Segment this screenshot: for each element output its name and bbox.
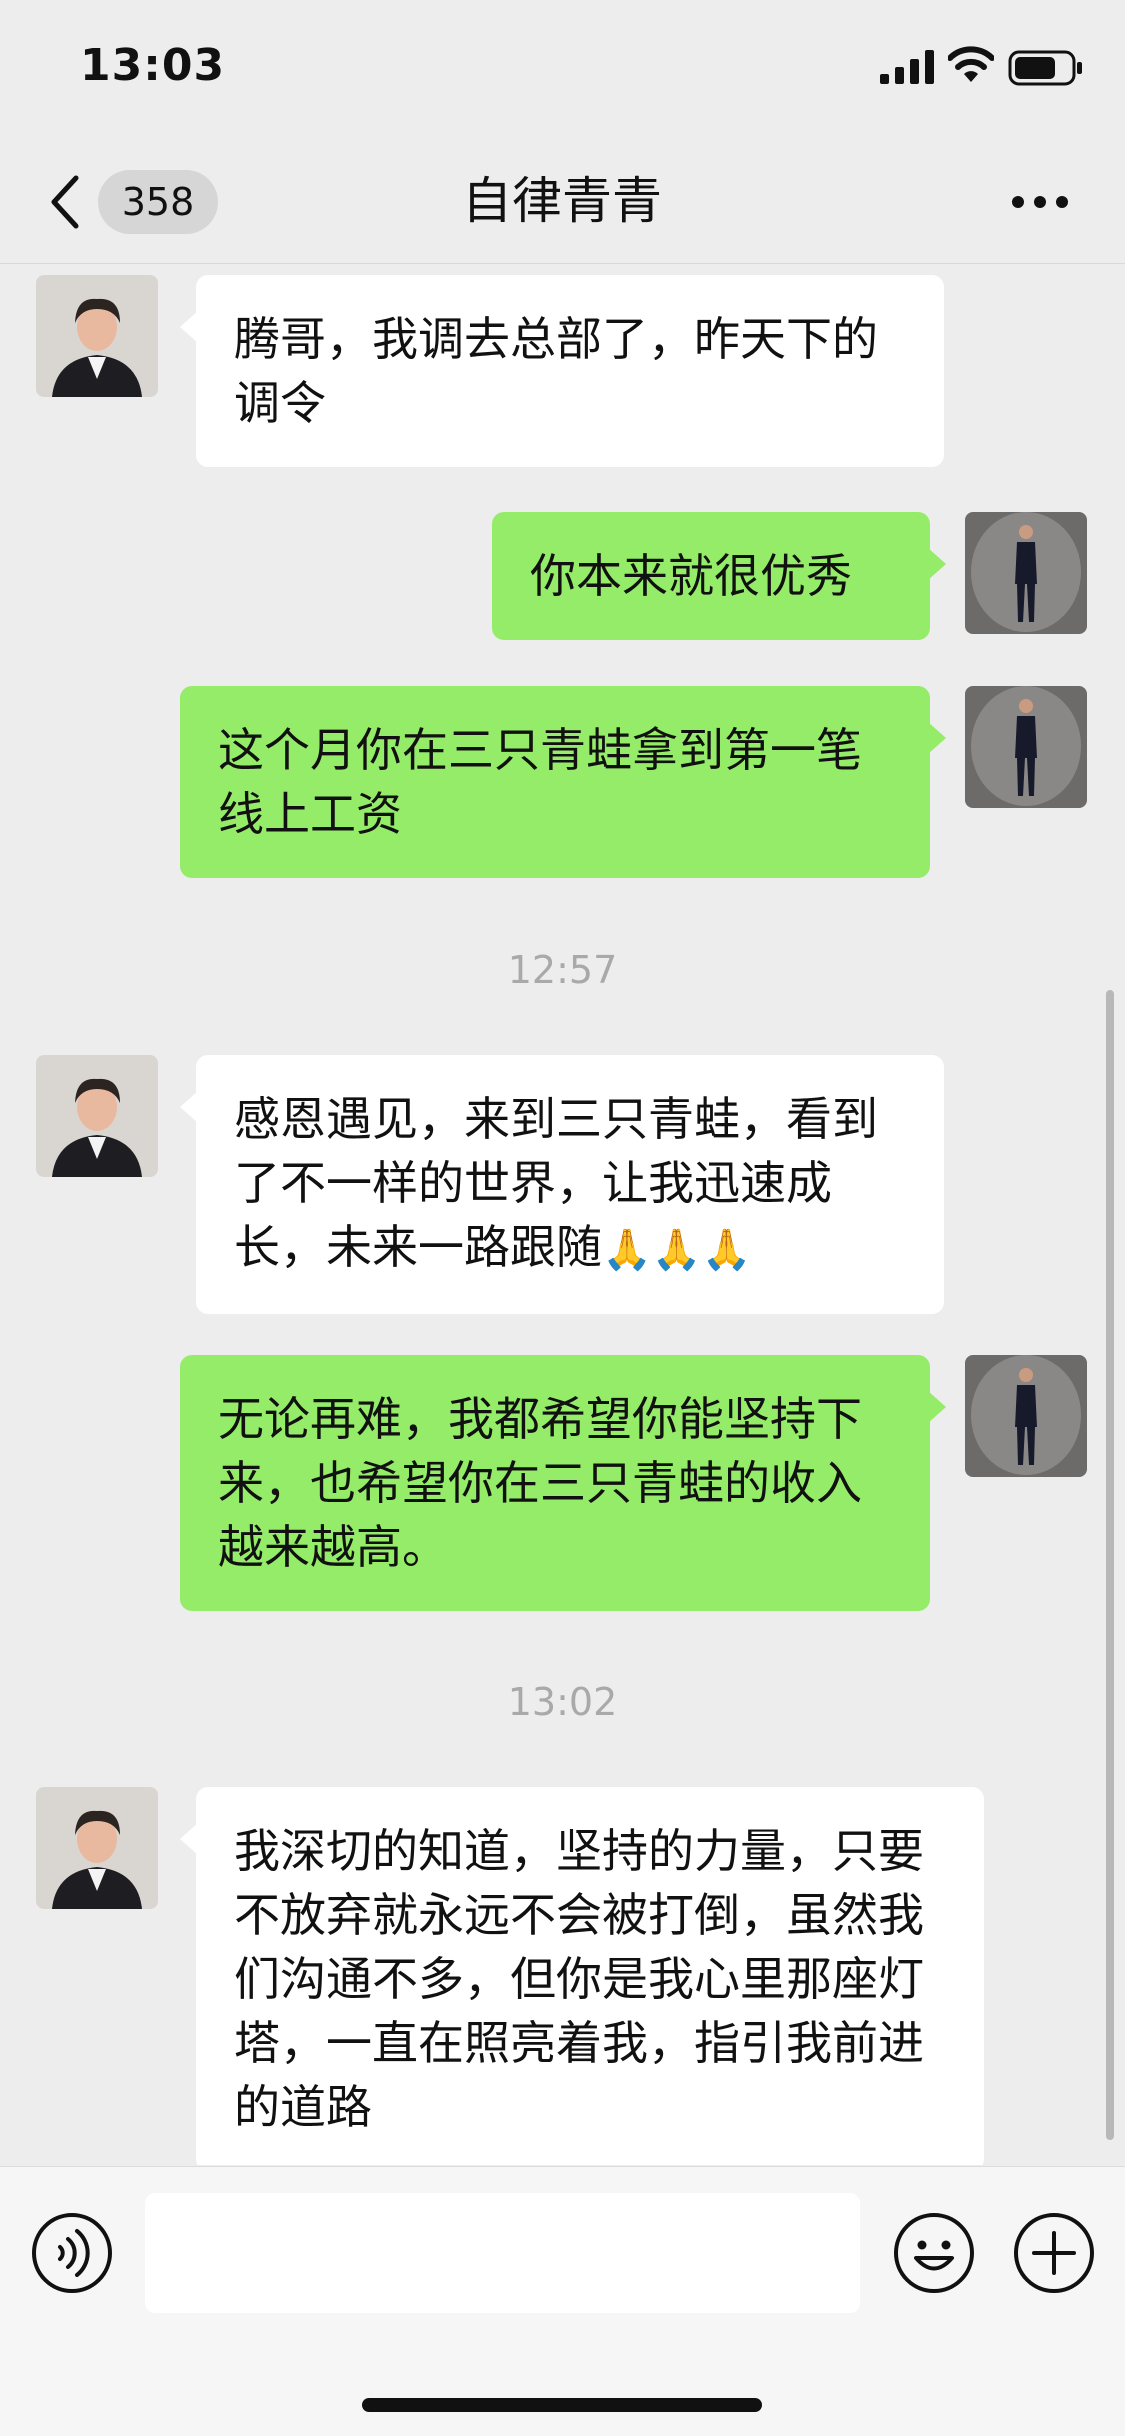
status-bar: 13:03: [0, 0, 1125, 140]
time-divider: 12:57: [507, 948, 618, 992]
contact-avatar[interactable]: [36, 1055, 158, 1177]
message-bubble-sent[interactable]: 无论再难，我都希望你能坚持下来，也希望你在三只青蛙的收入越来越高。: [180, 1355, 946, 1611]
contact-avatar[interactable]: [36, 1787, 158, 1909]
home-indicator[interactable]: [362, 2398, 762, 2412]
message-bubble-sent[interactable]: 你本来就很优秀: [492, 512, 946, 640]
message-text: 腾哥，我调去总部了，昨天下的调令: [234, 312, 878, 430]
chevron-left-icon[interactable]: [44, 170, 84, 234]
message-text: 你本来就很优秀: [530, 549, 852, 603]
status-time: 13:03: [80, 40, 226, 91]
message-bubble-received[interactable]: 感恩遇见，来到三只青蛙，看到了不一样的世界，让我迅速成长，未来一路跟随🙏🙏🙏: [180, 1055, 944, 1314]
chat-title: 自律青青: [462, 172, 662, 230]
user-avatar[interactable]: [965, 686, 1087, 808]
message-list[interactable]: 腾哥，我调去总部了，昨天下的调令 你本来就很优秀 这个月你在三只青蛙拿到第一笔线…: [0, 265, 1125, 2165]
message-bubble-received[interactable]: 我深切的知道，坚持的力量，只要不放弃就永远不会被打倒，虽然我们沟通不多，但你是我…: [180, 1787, 984, 2165]
nav-bar: 358 自律青青: [0, 140, 1125, 264]
message-input[interactable]: [145, 2193, 860, 2313]
input-bar: [0, 2166, 1125, 2436]
wifi-icon: [948, 46, 994, 82]
smiley-icon[interactable]: [892, 2211, 976, 2295]
message-bubble-sent[interactable]: 这个月你在三只青蛙拿到第一笔线上工资: [180, 686, 946, 878]
time-divider: 13:02: [507, 1680, 618, 1724]
voice-icon[interactable]: [30, 2211, 114, 2295]
user-avatar[interactable]: [965, 512, 1087, 634]
battery-icon: [1008, 50, 1082, 86]
contact-avatar[interactable]: [36, 275, 158, 397]
more-dots-icon[interactable]: [1010, 190, 1070, 214]
scrollbar[interactable]: [1106, 990, 1114, 2140]
message-text: 无论再难，我都希望你能坚持下来，也希望你在三只青蛙的收入越来越高。: [218, 1392, 862, 1574]
unread-count-badge[interactable]: 358: [98, 170, 218, 234]
plus-icon[interactable]: [1012, 2211, 1096, 2295]
user-avatar[interactable]: [965, 1355, 1087, 1477]
message-bubble-received[interactable]: 腾哥，我调去总部了，昨天下的调令: [180, 275, 944, 467]
message-text: 这个月你在三只青蛙拿到第一笔线上工资: [218, 723, 862, 841]
chat-screen: 13:03 358 自律青青 腾哥，我调去总部了，昨天下的调令 你本来就很优秀 …: [0, 0, 1125, 2436]
praying-hands-emoji: 🙏🙏🙏: [602, 1227, 752, 1273]
message-text: 感恩遇见，来到三只青蛙，看到了不一样的世界，让我迅速成长，未来一路跟随: [234, 1092, 878, 1274]
message-text: 我深切的知道，坚持的力量，只要不放弃就永远不会被打倒，虽然我们沟通不多，但你是我…: [234, 1824, 924, 2134]
signal-icon: [880, 50, 934, 84]
